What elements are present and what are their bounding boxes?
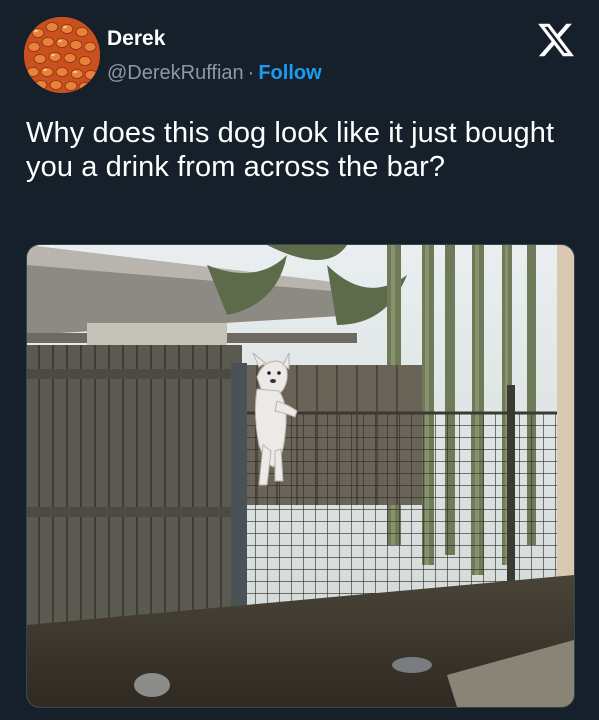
author-handle[interactable]: @DerekRuffian	[107, 62, 244, 84]
x-logo-icon[interactable]	[536, 20, 576, 60]
baked-beans-avatar-icon	[24, 17, 100, 93]
tweet-card: Derek @DerekRuffian · Follow Why does this…	[0, 0, 599, 720]
author-meta: @DerekRuffian · Follow	[107, 62, 322, 85]
tweet-text: Why does this dog look like it just boug…	[26, 117, 555, 183]
follow-button[interactable]: Follow	[258, 62, 321, 84]
meta-separator: ·	[247, 62, 255, 84]
tweet-photo[interactable]	[26, 244, 575, 708]
avatar[interactable]	[24, 17, 100, 93]
photo-dog-on-fence-icon	[27, 245, 574, 707]
author-display-name[interactable]: Derek	[107, 27, 165, 51]
